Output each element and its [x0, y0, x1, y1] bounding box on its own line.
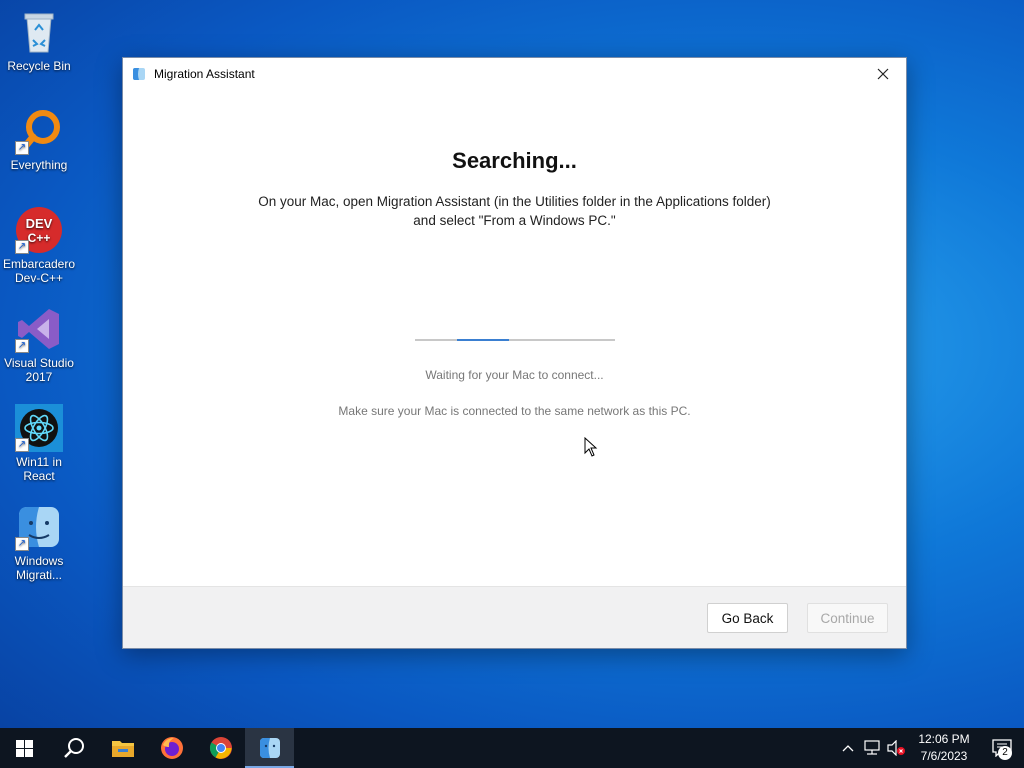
- svg-text:C++: C++: [28, 231, 51, 245]
- status-text: Waiting for your Mac to connect...: [425, 368, 604, 382]
- desktop-icon-label: Visual Studio 2017: [4, 356, 74, 384]
- desktop-icon-label: Windows Migrati...: [14, 554, 64, 582]
- title-bar[interactable]: Migration Assistant: [123, 58, 906, 89]
- desktop-icon-recycle-bin[interactable]: Recycle Bin: [2, 8, 76, 73]
- shortcut-arrow-icon: ↗: [15, 438, 29, 452]
- shortcut-arrow-icon: ↗: [15, 537, 29, 551]
- file-explorer-icon: [111, 741, 134, 757]
- taskbar-file-explorer[interactable]: [98, 728, 147, 768]
- instruction-line-2: and select "From a Windows PC.": [413, 213, 616, 228]
- desktop-icon-win11-react[interactable]: ↗ Win11 in React: [2, 404, 76, 483]
- everything-icon: ↗: [15, 107, 63, 155]
- show-hidden-icons-button[interactable]: [836, 728, 860, 768]
- devcpp-icon: DEV C++ ↗: [15, 206, 63, 254]
- taskbar-clock[interactable]: 12:06 PM 7/6/2023: [908, 731, 980, 765]
- window-title: Migration Assistant: [154, 66, 255, 81]
- window-footer: Go Back Continue: [123, 586, 906, 648]
- instruction-line-1: On your Mac, open Migration Assistant (i…: [258, 194, 771, 209]
- instruction-text: On your Mac, open Migration Assistant (i…: [123, 192, 906, 230]
- taskbar-firefox[interactable]: [147, 728, 196, 768]
- finder-icon: ↗: [15, 503, 63, 551]
- desktop-icon-devcpp[interactable]: DEV C++ ↗ Embarcadero Dev-C++: [2, 206, 76, 285]
- recycle-bin-icon: [15, 8, 63, 56]
- visual-studio-icon: ↗: [15, 305, 63, 353]
- search-icon: [63, 738, 84, 758]
- hint-text: Make sure your Mac is connected to the s…: [338, 404, 691, 418]
- network-button[interactable]: [860, 728, 884, 768]
- desktop-icon-label: Everything: [10, 158, 68, 172]
- desktop-icon-visual-studio[interactable]: ↗ Visual Studio 2017: [2, 305, 76, 384]
- taskbar-chrome[interactable]: [196, 728, 245, 768]
- search-button[interactable]: [49, 728, 98, 768]
- desktop-icon-label: Win11 in React: [16, 455, 62, 483]
- taskbar: 12:06 PM 7/6/2023 2: [0, 728, 1024, 768]
- migration-assistant-icon: [259, 738, 280, 758]
- network-icon: [864, 740, 880, 755]
- desktop-icon-windows-migration[interactable]: ↗ Windows Migrati...: [2, 503, 76, 582]
- continue-button[interactable]: Continue: [807, 603, 888, 633]
- volume-button[interactable]: [884, 728, 908, 768]
- firefox-icon: [160, 737, 183, 759]
- system-tray: 12:06 PM 7/6/2023 2: [836, 728, 1024, 768]
- chrome-icon: [209, 737, 232, 759]
- progress-bar: [415, 339, 615, 341]
- shortcut-arrow-icon: ↗: [15, 141, 29, 155]
- migration-assistant-app-icon: [132, 67, 146, 81]
- page-heading: Searching...: [452, 148, 577, 173]
- clock-date: 7/6/2023: [920, 749, 968, 763]
- mouse-cursor-icon: [584, 436, 598, 462]
- go-back-button[interactable]: Go Back: [707, 603, 788, 633]
- volume-muted-icon: [887, 740, 905, 756]
- clock-time: 12:06 PM: [918, 732, 970, 746]
- desktop-icon-label: Recycle Bin: [7, 59, 71, 73]
- desktop-icon-label: Embarcadero Dev-C++: [2, 257, 76, 285]
- shortcut-arrow-icon: ↗: [15, 339, 29, 353]
- windows-logo-icon: [16, 739, 33, 757]
- chevron-up-icon: [842, 745, 854, 752]
- action-center-button[interactable]: 2: [980, 728, 1024, 768]
- shortcut-arrow-icon: ↗: [15, 240, 29, 254]
- notification-count-badge: 2: [998, 746, 1012, 760]
- migration-assistant-window: Migration Assistant Searching... On your…: [122, 57, 907, 649]
- svg-text:DEV: DEV: [26, 216, 53, 231]
- desktop-icon-everything[interactable]: ↗ Everything: [2, 107, 76, 172]
- progress-indicator: [457, 339, 509, 341]
- react-icon: ↗: [15, 404, 63, 452]
- close-button[interactable]: [860, 58, 906, 89]
- taskbar-migration-assistant[interactable]: [245, 728, 294, 768]
- close-icon: [877, 68, 889, 79]
- start-button[interactable]: [0, 728, 49, 768]
